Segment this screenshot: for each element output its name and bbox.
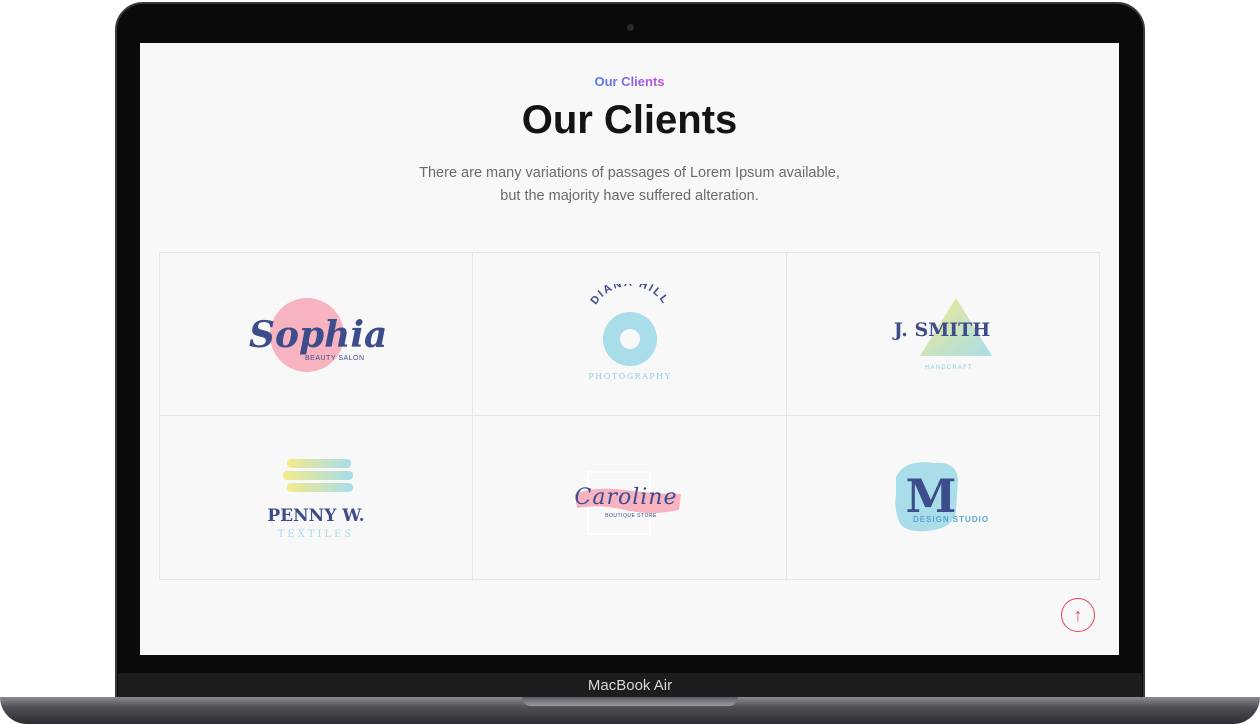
client-logo-diana-hill[interactable]: DIANA HILL PHOTOGRAPHY	[473, 253, 787, 416]
client-name: Caroline	[574, 485, 677, 510]
description-line-1: There are many variations of passages of…	[419, 165, 840, 181]
client-name: PENNY W.	[267, 506, 364, 526]
clients-grid: Sophia BEAUTY SALON DIANA HILL PHOTOGRAP…	[159, 252, 1101, 581]
arrow-up-icon: ↑	[1073, 604, 1083, 625]
section-title: Our Clients	[521, 98, 738, 142]
client-logo-sophia[interactable]: Sophia BEAUTY SALON	[160, 253, 473, 416]
client-logo-caroline[interactable]: Caroline BOUTIQUE STORE	[473, 416, 787, 581]
device-label: MacBook Air	[587, 677, 673, 694]
section-eyebrow: Our Clients	[594, 74, 665, 89]
camera-dot	[627, 24, 634, 31]
penny-w-logo: PENNY W. TEXTILES	[267, 458, 365, 540]
client-logo-j-smith[interactable]: J. SMITH HANDCRAFT	[787, 253, 1101, 416]
client-name: DIANA HILL	[588, 284, 669, 307]
j-smith-logo: J. SMITH HANDCRAFT	[892, 298, 992, 371]
caroline-logo: Caroline BOUTIQUE STORE	[574, 470, 681, 535]
client-logo-penny-w[interactable]: PENNY W. TEXTILES	[160, 416, 473, 581]
client-tagline: BEAUTY SALON	[305, 355, 365, 362]
sophia-logo: Sophia BEAUTY SALON	[249, 298, 387, 372]
client-tagline: HANDCRAFT	[925, 365, 973, 371]
client-logo-m-design-studio[interactable]: M DESIGN STUDIO	[787, 416, 1101, 581]
client-tagline: BOUTIQUE STORE	[605, 513, 657, 519]
m-design-studio-logo: M DESIGN STUDIO	[895, 461, 989, 531]
description-line-2: but the majority have suffered alteratio…	[500, 188, 759, 204]
diana-hill-logo: DIANA HILL PHOTOGRAPHY	[588, 284, 671, 381]
screen: Our Clients Our Clients There are many v…	[140, 43, 1119, 655]
client-name: J. SMITH	[892, 319, 991, 341]
section-description: There are many variations of passages of…	[140, 162, 1119, 208]
client-name: Sophia	[249, 314, 387, 356]
laptop-notch	[522, 697, 738, 706]
client-tagline: PHOTOGRAPHY	[588, 372, 671, 381]
svg-text:DIANA HILL: DIANA HILL	[588, 284, 671, 307]
scroll-to-top-button[interactable]: ↑	[1061, 598, 1095, 632]
client-tagline: TEXTILES	[278, 529, 355, 540]
client-tagline: DESIGN STUDIO	[913, 515, 989, 524]
